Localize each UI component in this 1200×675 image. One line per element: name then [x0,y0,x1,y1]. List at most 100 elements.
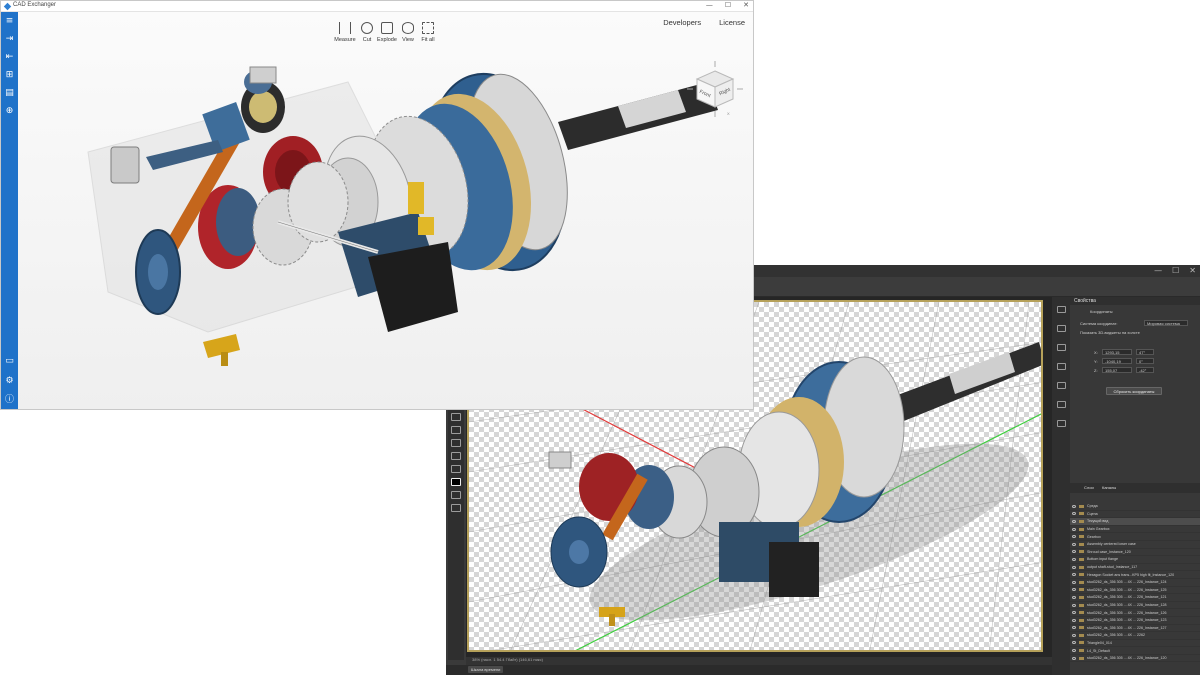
hand-tool-icon[interactable] [451,439,461,447]
x-rotation-field[interactable]: 47° [1136,349,1154,355]
layer-name: Assembly centered lower case [1087,542,1136,547]
z-position-field[interactable]: 155,07 [1102,367,1132,373]
layer-row[interactable]: Сцена [1070,511,1200,519]
layer-row[interactable]: output shaft-stud_Instance_117 [1070,564,1200,572]
layer-row[interactable]: Gearbox [1070,533,1200,541]
export-icon[interactable]: ⇤ [4,52,15,63]
minimize-icon[interactable]: — [1154,266,1162,275]
layer-row[interactable]: stud3262_ds_356 305 ... 4X ... 2262 [1070,632,1200,640]
visibility-eye-icon[interactable] [1072,611,1076,615]
layer-name: Среда [1087,504,1098,509]
ps-timeline-bar: Шкала времени [446,665,1052,675]
visibility-eye-icon[interactable] [1072,519,1076,523]
reset-coordinates-button[interactable]: Сбросить координаты [1106,387,1162,395]
visibility-eye-icon[interactable] [1072,633,1076,637]
visibility-eye-icon[interactable] [1072,557,1076,561]
quick-mask-icon[interactable] [451,491,461,499]
layer-row[interactable]: Assembly centered lower case [1070,541,1200,549]
coord-system-label: Система координат: [1080,321,1118,326]
settings-icon[interactable]: ⚙ [4,376,15,387]
screen-mode-icon[interactable] [451,504,461,512]
layer-row[interactable]: stud3262_ds_356 305 ... 4X ... 226_Insta… [1070,655,1200,663]
cad-exchanger-logo-icon [3,2,12,11]
zoom-tool-icon[interactable] [451,452,461,460]
ps-panel-icon-strip [1052,297,1070,675]
visibility-eye-icon[interactable] [1072,595,1076,599]
visibility-eye-icon[interactable] [1072,656,1076,660]
layer-row[interactable]: Текущий вид [1070,518,1200,526]
layer-row[interactable]: stud3262_ds_356 305 ... 4X ... 226_Insta… [1070,617,1200,625]
visibility-eye-icon[interactable] [1072,512,1076,516]
layer-row[interactable]: Среда [1070,503,1200,511]
cad-3d-viewport[interactable]: Measure Cut Explode View Fit all Develop… [18,12,753,409]
tab-channels[interactable]: Каналы [1102,485,1116,490]
layer-row[interactable]: stud3262_ds_356 305 ... 4X ... 226_Insta… [1070,609,1200,617]
visibility-eye-icon[interactable] [1072,641,1076,645]
minimize-icon[interactable]: — [706,1,713,9]
visibility-eye-icon[interactable] [1072,565,1076,569]
coord-system-select[interactable]: Мировая система [1144,320,1188,326]
view-cube-graphic [687,61,743,117]
cad-titlebar: CAD Exchanger — ☐ ✕ [1,1,753,12]
x-position-field[interactable]: 1293,15 [1102,349,1132,355]
visibility-eye-icon[interactable] [1072,649,1076,653]
web-icon[interactable]: ⊕ [4,106,15,117]
more-tools-icon[interactable] [451,465,461,473]
brush-panel-icon[interactable] [1056,325,1066,332]
z-rotation-field[interactable]: -42° [1136,367,1154,373]
tab-layers[interactable]: Слои [1084,485,1094,490]
3d-panel-icon[interactable] [1056,306,1066,313]
visibility-eye-icon[interactable] [1072,504,1076,508]
view-cube[interactable]: Front Right X [683,57,747,121]
character-panel-icon[interactable] [1056,401,1066,408]
layer-row[interactable]: stud3262_ds_356 305 ... 4X ... 226_Insta… [1070,625,1200,633]
paragraph-panel-icon[interactable] [1056,382,1066,389]
layer-name: stud3262_ds_356 305 ... 4X ... 226_Insta… [1087,603,1167,608]
folder-icon [1079,618,1084,622]
visibility-eye-icon[interactable] [1072,550,1076,554]
chat-icon[interactable]: ▭ [4,356,15,367]
file-icon[interactable]: ▤ [4,88,15,99]
layer-row[interactable]: stud3262_ds_356 305 ... 4X ... 226_Insta… [1070,602,1200,610]
visibility-eye-icon[interactable] [1072,626,1076,630]
visibility-eye-icon[interactable] [1072,527,1076,531]
layer-row[interactable]: stud3262_ds_356 305 ... 4X ... 226_Insta… [1070,594,1200,602]
marquee-tool-icon[interactable] [451,426,461,434]
y-position-field[interactable]: -1040,19 [1102,358,1132,364]
close-icon[interactable]: ✕ [743,1,749,9]
swatches-panel-icon[interactable] [1056,420,1066,427]
y-rotation-field[interactable]: 0° [1136,358,1154,364]
properties-title: Свойства [1070,297,1200,305]
layer-row[interactable]: Main Gearbox [1070,526,1200,534]
visibility-eye-icon[interactable] [1072,535,1076,539]
visibility-eye-icon[interactable] [1072,588,1076,592]
layer-row[interactable]: stud3262_ds_356 305 ... 4X ... 226_Insta… [1070,579,1200,587]
foreground-color-swatch[interactable] [451,478,461,486]
adjustments-panel-icon[interactable] [1056,363,1066,370]
visibility-eye-icon[interactable] [1072,618,1076,622]
visibility-eye-icon[interactable] [1072,603,1076,607]
show-widgets-label[interactable]: Показать 3D-виджеты на холсте [1080,330,1140,335]
timeline-button[interactable]: Шкала времени [468,666,504,673]
folder-icon [1079,649,1084,653]
layer-row[interactable]: L4_St_Default [1070,647,1200,655]
history-panel-icon[interactable] [1056,344,1066,351]
visibility-eye-icon[interactable] [1072,580,1076,584]
visibility-eye-icon[interactable] [1072,573,1076,577]
layer-row[interactable]: stud3262_ds_356 305 ... 4X ... 226_Insta… [1070,587,1200,595]
layer-name: stud3262_ds_356 305 ... 4X ... 226_Insta… [1087,587,1167,592]
visibility-eye-icon[interactable] [1072,542,1076,546]
layer-row[interactable]: Bottom input flange [1070,556,1200,564]
close-icon[interactable]: ✕ [1189,266,1196,275]
import-icon[interactable]: ⇥ [4,34,15,45]
layer-row[interactable]: Hexagon Socket ans trans...KP5 high fit_… [1070,571,1200,579]
menu-icon[interactable]: ≡ [4,16,15,27]
maximize-icon[interactable]: ☐ [1172,266,1179,275]
layer-row[interactable]: Shroud case_Instance_120 [1070,549,1200,557]
window-title: CAD Exchanger [13,2,57,8]
maximize-icon[interactable]: ☐ [725,1,731,9]
structure-icon[interactable]: ⊞ [4,70,15,81]
layer-row[interactable]: Triangle04_014 [1070,640,1200,648]
info-icon[interactable]: ⓘ [4,395,15,406]
move-tool-icon[interactable] [451,413,461,421]
